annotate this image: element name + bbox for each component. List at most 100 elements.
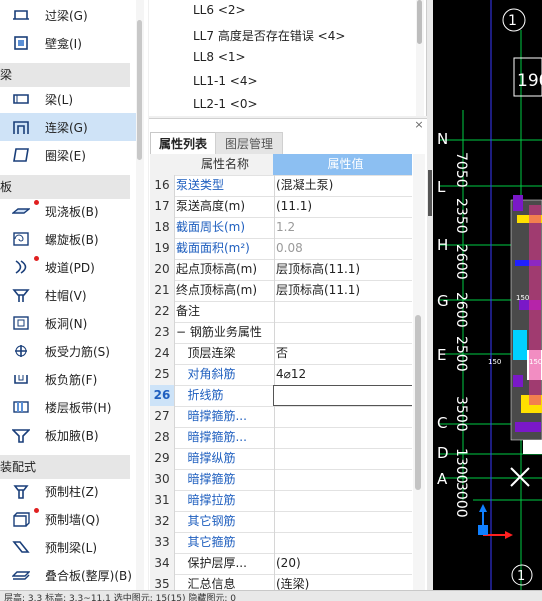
table-row[interactable]: 17 泵送高度(m) (11.1)	[150, 196, 412, 218]
splitter-handle[interactable]	[428, 170, 432, 216]
cad-dimensions: 7050 2350 2600 2600 2500 3500 13003000	[453, 152, 469, 518]
sidebar-item-15[interactable]: 预制墙(Q)	[0, 505, 138, 533]
sidebar-item-4[interactable]: 圈梁(E)	[0, 141, 138, 169]
property-value[interactable]	[273, 511, 412, 532]
list-scroll-thumb[interactable]	[417, 0, 422, 44]
sidebar-item-3[interactable]: 连梁(G)	[0, 113, 138, 141]
property-name: 暗撑纵筋	[174, 448, 275, 469]
axis-letter: H	[437, 236, 448, 254]
floor-strip-icon	[12, 399, 30, 415]
list-item[interactable]: LL6 <2>	[193, 3, 246, 17]
table-row[interactable]: 24 顶层连梁否	[150, 343, 412, 365]
axis-letter: L	[437, 178, 446, 196]
sidebar-item-14[interactable]: 预制柱(Z)	[0, 477, 138, 505]
table-row[interactable]: 20 起点顶标高(m) 层顶标高(11.1)	[150, 259, 412, 281]
property-name: 起点顶标高(m)	[174, 259, 275, 280]
property-value[interactable]: (混凝土泵)	[273, 175, 412, 196]
sidebar-item-6[interactable]: 螺旋板(B)	[0, 225, 138, 253]
table-row[interactable]: 28 暗撑箍筋...	[150, 427, 412, 449]
grid-scroll-thumb[interactable]	[415, 315, 421, 490]
sidebar-item-11[interactable]: 板负筋(F)	[0, 365, 138, 393]
property-value[interactable]	[273, 448, 412, 469]
property-name: 暗撑箍筋...	[174, 427, 275, 448]
sidebar-item-label: 坡道(PD)	[45, 261, 95, 275]
table-row[interactable]: 27 暗撑箍筋...	[150, 406, 412, 428]
property-value[interactable]: 4⌀12	[273, 364, 412, 385]
table-row[interactable]: 33 其它箍筋	[150, 532, 412, 554]
table-row[interactable]: 26 折线筋	[150, 385, 412, 407]
sidebar-item-10[interactable]: 板受力筋(S)	[0, 337, 138, 365]
table-row[interactable]: 34 保护层厚... (20)	[150, 553, 412, 575]
property-value[interactable]: (连梁)	[273, 574, 412, 590]
row-number: 30	[150, 469, 175, 490]
sidebar-item-1[interactable]: 壁龛(I)	[0, 29, 138, 57]
table-row[interactable]: 31 暗撑拉筋	[150, 490, 412, 512]
sidebar-item-9[interactable]: 板洞(N)	[0, 309, 138, 337]
row-number: 35	[150, 574, 175, 590]
sidebar-item-label: 梁(L)	[45, 93, 74, 107]
sidebar-item-16[interactable]: 预制梁(L)	[0, 533, 138, 561]
column-cap-icon	[12, 287, 30, 303]
table-row[interactable]: 22 备注	[150, 301, 412, 323]
status-text: 层高: 3.3 标高: 3.3~11.1 选中图元: 15(15) 隐藏图元: …	[4, 594, 237, 601]
close-icon[interactable]: ×	[413, 119, 425, 131]
sidebar-category-0[interactable]: 梁	[0, 63, 130, 87]
property-name: 泵送高度(m)	[174, 196, 275, 217]
list-item[interactable]: LL7 高度是否存在错误 <4>	[193, 27, 345, 44]
sidebar-item-12[interactable]: 楼层板带(H)	[0, 393, 138, 421]
sidebar-item-17[interactable]: 叠合板(整厚)(B)	[0, 561, 138, 589]
sidebar-item-5[interactable]: 现浇板(B)	[0, 197, 138, 225]
property-value[interactable]: 1.2	[273, 217, 412, 238]
table-row[interactable]: 19 截面面积(m²) 0.08	[150, 238, 412, 260]
coupling-beam-icon	[12, 119, 30, 135]
table-row[interactable]: 16 泵送类型 (混凝土泵)	[150, 175, 412, 197]
table-row[interactable]: 29 暗撑纵筋	[150, 448, 412, 470]
property-value[interactable]: 层顶标高(11.1)	[273, 259, 412, 280]
axis-letter: A	[437, 470, 448, 488]
slab-hole-icon	[12, 315, 30, 331]
tab-property-list[interactable]: 属性列表	[150, 132, 216, 155]
property-value[interactable]: 否	[273, 343, 412, 364]
cad-small-label-3: 150	[516, 294, 529, 302]
property-value[interactable]: (20)	[273, 553, 412, 574]
cad-drawing-canvas[interactable]: 1 190 7050 2350 2600 2600 2500 3500 13003000 N…	[433, 0, 542, 590]
precast-beam-icon	[12, 539, 30, 555]
list-item[interactable]: LL8 <1>	[193, 50, 246, 64]
property-value[interactable]	[273, 532, 412, 553]
property-value[interactable]	[273, 322, 412, 343]
sidebar-item-0[interactable]: 过梁(G)	[0, 1, 138, 29]
list-item[interactable]: LL2-1 <0>	[193, 97, 258, 111]
row-number: 27	[150, 406, 175, 427]
tab-layer-management[interactable]: 图层管理	[215, 132, 283, 156]
table-row[interactable]: 21 终点顶标高(m) 层顶标高(11.1)	[150, 280, 412, 302]
property-value[interactable]: 0.08	[273, 238, 412, 259]
sidebar-item-label: 板负筋(F)	[45, 373, 98, 387]
sidebar-item-8[interactable]: 柱帽(V)	[0, 281, 138, 309]
property-value[interactable]	[273, 469, 412, 490]
table-row[interactable]: 35 汇总信息 (连梁)	[150, 574, 412, 590]
axis-letter: G	[437, 292, 449, 310]
table-row[interactable]: 23− 钢筋业务属性	[150, 322, 412, 344]
property-value[interactable]	[273, 406, 412, 427]
sidebar-category-2[interactable]: 装配式	[0, 455, 130, 479]
property-value[interactable]: 层顶标高(11.1)	[273, 280, 412, 301]
axis-letter: C	[437, 414, 447, 432]
property-value[interactable]	[273, 427, 412, 448]
row-number: 26	[150, 385, 175, 406]
property-value[interactable]	[273, 301, 412, 322]
sidebar-item-2[interactable]: 梁(L)	[0, 85, 138, 113]
table-row[interactable]: 25 对角斜筋 4⌀12	[150, 364, 412, 386]
property-value[interactable]: (11.1)	[273, 196, 412, 217]
property-value[interactable]	[273, 490, 412, 511]
sidebar-category-1[interactable]: 板	[0, 175, 130, 199]
property-value[interactable]	[273, 385, 412, 406]
lintel-icon	[12, 7, 30, 23]
table-row[interactable]: 18 截面周长(m) 1.2	[150, 217, 412, 239]
list-item[interactable]: LL1-1 <4>	[193, 74, 258, 88]
table-row[interactable]: 32 其它钢筋	[150, 511, 412, 533]
table-row[interactable]: 30 暗撑箍筋	[150, 469, 412, 491]
sidebar-item-7[interactable]: 坡道(PD)	[0, 253, 138, 281]
dimension-text: 7050	[453, 152, 469, 188]
sidebar-item-13[interactable]: 板加腋(B)	[0, 421, 138, 449]
sidebar-scroll-thumb[interactable]	[137, 20, 142, 160]
